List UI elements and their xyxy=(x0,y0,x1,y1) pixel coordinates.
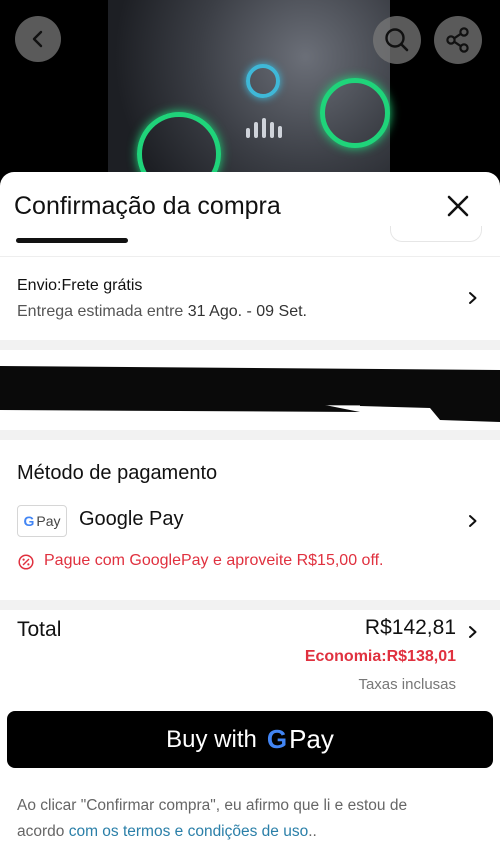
buy-with-google-pay-button[interactable]: Buy with G Pay xyxy=(7,711,493,768)
payment-method-name[interactable]: Google Pay xyxy=(79,508,184,531)
terms-link[interactable]: com os termos e condições de uso xyxy=(69,823,309,840)
share-button[interactable] xyxy=(434,16,482,64)
sheet-title: Confirmação da compra xyxy=(14,192,281,220)
scrolled-button-remnant xyxy=(390,226,482,242)
section-divider xyxy=(0,430,500,440)
controller-light-ring xyxy=(246,64,280,98)
redacted-address xyxy=(0,350,500,430)
section-divider xyxy=(0,600,500,610)
savings-amount: Economia:R$138,01 xyxy=(304,648,456,665)
taxes-included-note: Taxas inclusas xyxy=(358,676,456,693)
chevron-right-icon[interactable] xyxy=(466,514,480,528)
chevron-right-icon[interactable] xyxy=(466,625,480,639)
order-total-section[interactable]: Total R$142,81 Economia:R$138,01 Taxas i… xyxy=(0,610,500,706)
purchase-confirmation-sheet: Confirmação da compra Envio:Frete grátis… xyxy=(0,172,500,856)
product-image xyxy=(0,0,500,190)
delivery-estimate-prefix: Entrega estimada entre xyxy=(17,303,184,320)
google-g-logo: G xyxy=(23,513,35,529)
controller-grille xyxy=(246,118,282,138)
shipping-title: Envio:Frete grátis xyxy=(17,277,143,294)
section-divider xyxy=(0,340,500,350)
delivery-estimate-dates: 31 Ago. - 09 Set. xyxy=(187,303,307,320)
legal-disclaimer: Ao clicar "Confirmar compra", eu afirmo … xyxy=(17,793,457,845)
search-button[interactable] xyxy=(373,16,421,64)
buy-button-label: Buy with xyxy=(166,725,257,753)
close-icon[interactable] xyxy=(444,192,472,220)
payment-promo-text: Pague com GooglePay e aproveite R$15,00 … xyxy=(44,552,384,569)
buy-button-pay-label: Pay xyxy=(289,724,334,754)
total-value: R$142,81 xyxy=(364,616,456,639)
back-button[interactable] xyxy=(15,16,61,62)
chevron-right-icon xyxy=(469,292,477,304)
payment-method-title: Método de pagamento xyxy=(17,462,218,484)
share-icon xyxy=(446,27,469,53)
total-label: Total xyxy=(17,618,62,641)
discount-icon xyxy=(18,554,34,570)
legal-suffix: .. xyxy=(308,823,317,840)
search-icon xyxy=(385,28,409,52)
scrolled-content-remnant xyxy=(16,238,128,243)
google-pay-badge: G Pay xyxy=(17,505,67,537)
controller-light-ring xyxy=(320,78,390,148)
payment-method-section: Método de pagamento G Pay Google Pay Pag… xyxy=(0,440,500,600)
chevron-left-icon xyxy=(32,30,43,48)
badge-pay-label: Pay xyxy=(36,513,61,529)
delivery-estimate: Entrega estimada entre 31 Ago. - 09 Set. xyxy=(17,303,307,321)
google-g-logo: G xyxy=(266,724,288,754)
redaction-scribble xyxy=(0,366,500,422)
shipping-row[interactable]: Envio:Frete grátis Entrega estimada entr… xyxy=(0,256,500,340)
